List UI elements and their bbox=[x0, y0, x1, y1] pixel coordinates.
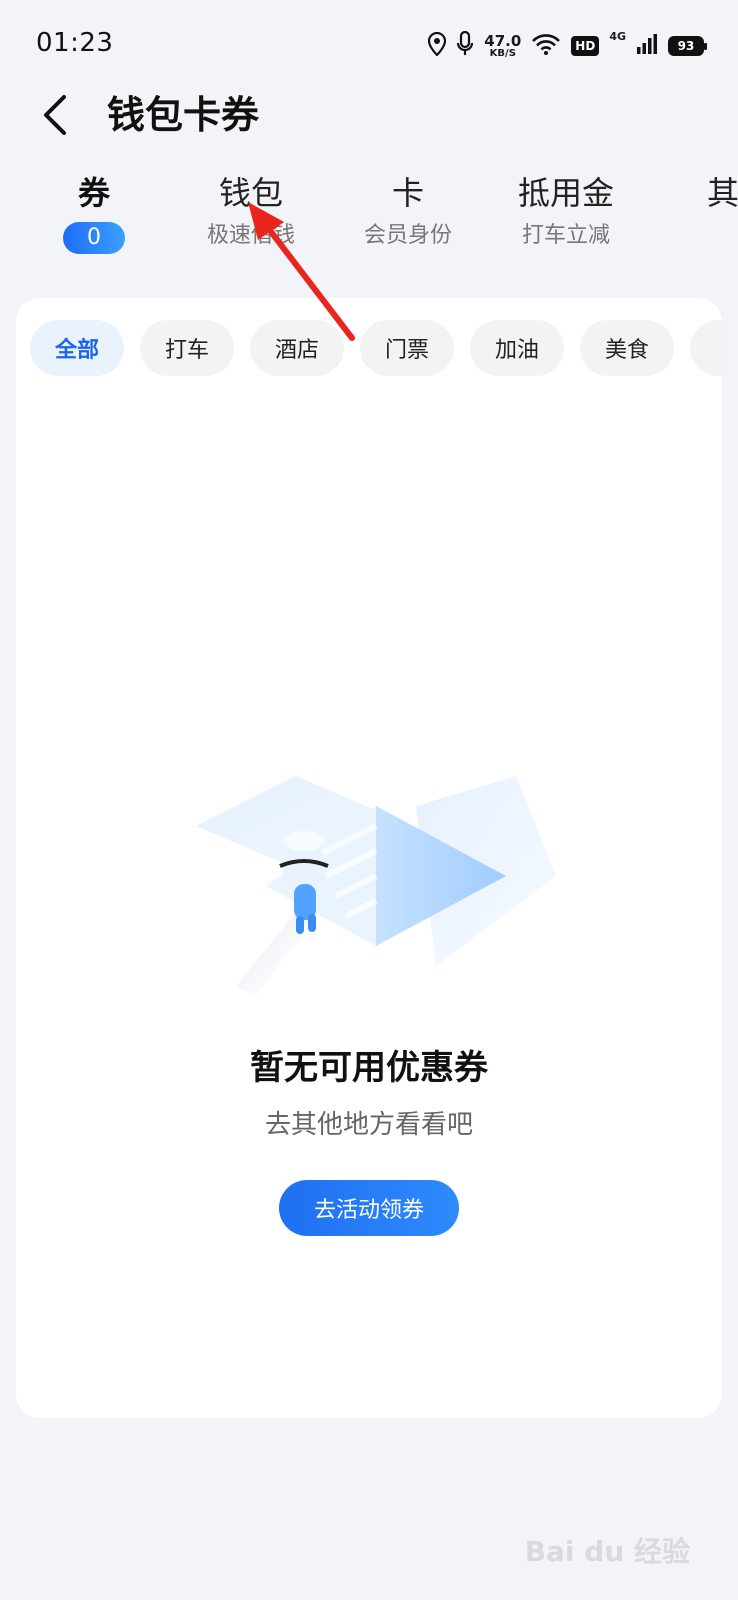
tab-label: 钱包 bbox=[218, 174, 283, 212]
tab-subtitle: 极速借钱 bbox=[206, 223, 295, 248]
tab-subtitle: 打车立减 bbox=[521, 223, 610, 248]
chip-hotel[interactable]: 酒店 bbox=[250, 320, 344, 376]
category-filter-chips: 全部 打车 酒店 门票 加油 美食 bbox=[30, 320, 722, 376]
get-coupons-button[interactable]: 去活动领券 bbox=[279, 1180, 459, 1236]
tab-label: 券 bbox=[77, 174, 110, 212]
tab-label: 其 bbox=[706, 174, 738, 212]
back-button[interactable] bbox=[30, 90, 80, 140]
chip-tickets[interactable]: 门票 bbox=[360, 320, 454, 376]
tab-coupons[interactable]: 券 0 bbox=[58, 172, 130, 254]
tab-vouchers[interactable]: 抵用金 打车立减 bbox=[510, 172, 622, 250]
coupon-content-card: 全部 打车 酒店 门票 加油 美食 暂无可用优惠券 去其他地方看看吧 去活动领券 bbox=[16, 298, 722, 1418]
empty-state-title: 暂无可用优惠券 bbox=[250, 1048, 488, 1088]
main-tabs: 券 0 钱包 极速借钱 卡 会员身份 抵用金 打车立减 其 bbox=[0, 172, 738, 272]
status-icons: 47.0 KB/S HD 4G 93 bbox=[428, 28, 707, 64]
empty-state-subtitle: 去其他地方看看吧 bbox=[264, 1110, 473, 1140]
chip-taxi[interactable]: 打车 bbox=[140, 320, 234, 376]
microphone-icon bbox=[456, 30, 474, 61]
tab-cards[interactable]: 卡 会员身份 bbox=[353, 172, 463, 250]
network-speed: 47.0 KB/S bbox=[484, 31, 522, 59]
hd-badge: HD bbox=[571, 36, 600, 56]
watermark-logo: Bai du 经验 bbox=[524, 1535, 690, 1568]
status-time: 01:23 bbox=[36, 28, 114, 58]
wifi-icon bbox=[531, 33, 561, 59]
chip-more[interactable] bbox=[690, 320, 722, 376]
battery-indicator: 93 bbox=[668, 36, 707, 56]
status-bar: 01:23 47.0 KB/S HD 4G 93 bbox=[0, 0, 738, 90]
chip-all[interactable]: 全部 bbox=[30, 320, 124, 376]
network-type: 4G bbox=[609, 30, 626, 43]
tab-label: 抵用金 bbox=[517, 174, 614, 212]
header: 钱包卡券 bbox=[0, 80, 738, 150]
tab-wallet[interactable]: 钱包 极速借钱 bbox=[196, 172, 306, 250]
location-icon bbox=[428, 31, 447, 60]
chip-fuel[interactable]: 加油 bbox=[470, 320, 564, 376]
tab-label: 卡 bbox=[391, 174, 424, 212]
empty-state-illustration bbox=[196, 776, 556, 996]
tab-other[interactable]: 其 bbox=[693, 172, 738, 222]
tab-subtitle: 会员身份 bbox=[363, 223, 452, 248]
coupon-count-badge: 0 bbox=[63, 222, 125, 254]
signal-icon bbox=[636, 33, 658, 59]
chip-food[interactable]: 美食 bbox=[580, 320, 674, 376]
chevron-left-icon bbox=[44, 95, 66, 135]
page-title: 钱包卡券 bbox=[107, 93, 260, 137]
